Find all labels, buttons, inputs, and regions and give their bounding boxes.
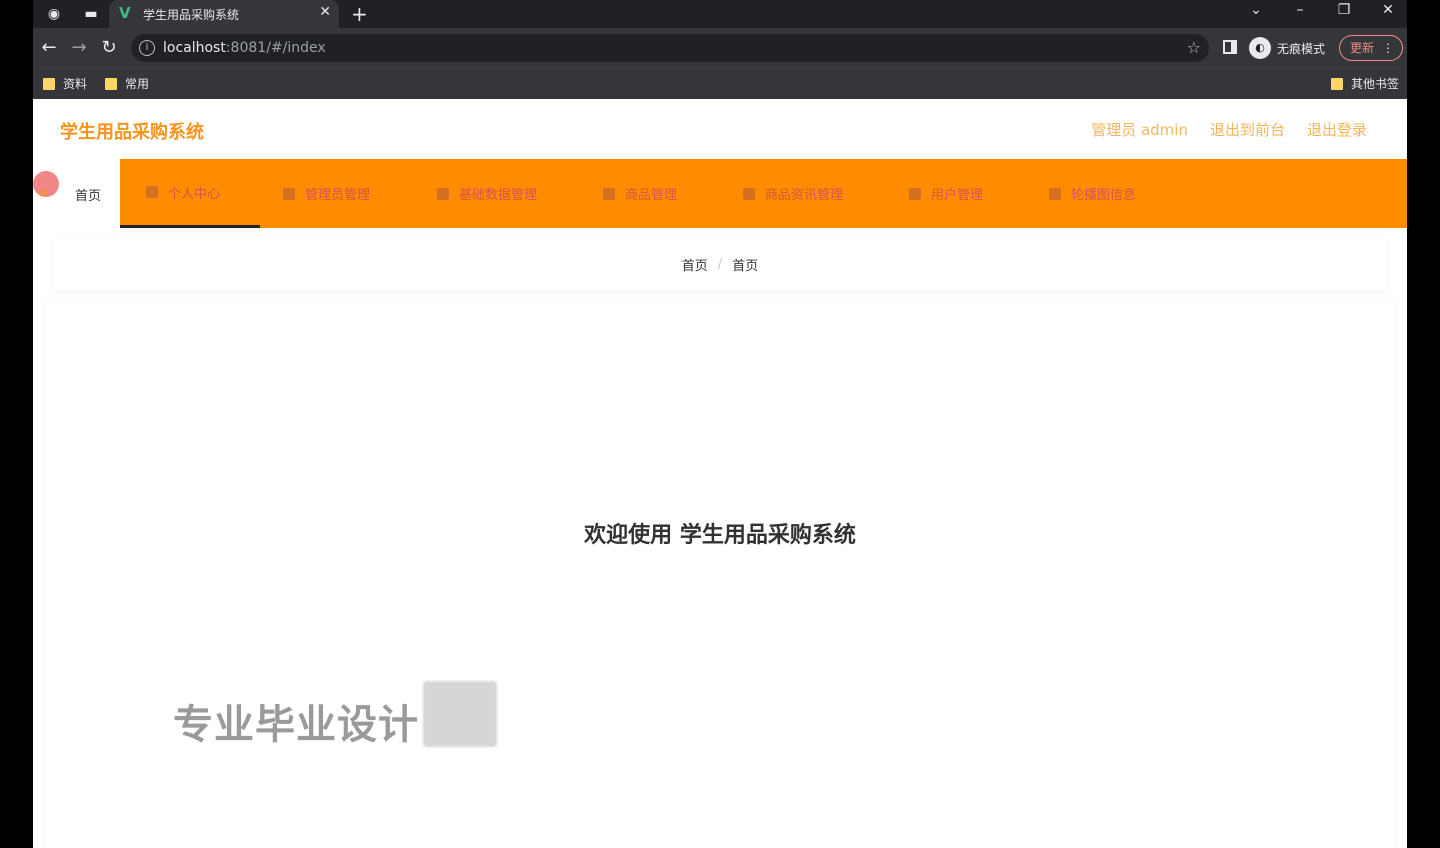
bookmark-folder[interactable]: 常用 xyxy=(105,75,149,92)
address-bar[interactable]: i localhost:8081/#/index ☆ xyxy=(131,34,1209,62)
minimize-icon[interactable]: – xyxy=(1286,2,1314,18)
menu-label: 管理员管理 xyxy=(305,188,371,203)
tab-search-icon[interactable]: ◉ xyxy=(44,4,64,24)
menu-item-users[interactable]: 用户管理 xyxy=(909,159,983,228)
app-title: 学生用品采购系统 xyxy=(60,122,204,143)
menu-label: 基础数据管理 xyxy=(459,188,538,203)
menu-item-basic-data[interactable]: 基础数据管理 xyxy=(437,159,537,228)
bookmark-folder[interactable]: 资料 xyxy=(43,75,87,92)
menu-dots-icon[interactable]: ⋮ xyxy=(1382,36,1394,60)
menu-label: 轮播图信息 xyxy=(1071,188,1137,203)
tab-list-icon[interactable]: ⌄ xyxy=(1242,2,1270,18)
back-to-frontend-link[interactable]: 退出到前台 xyxy=(1210,119,1285,140)
breadcrumb: 首页 / 首页 xyxy=(53,238,1387,290)
new-tab-icon[interactable]: + xyxy=(351,2,368,26)
users-icon xyxy=(909,187,921,200)
menu-item-profile[interactable]: 个人中心 xyxy=(120,159,260,228)
update-button[interactable]: 更新 ⋮ xyxy=(1339,35,1403,61)
other-bookmarks[interactable]: 其他书签 xyxy=(1331,75,1399,92)
menu-label: 商品资讯管理 xyxy=(765,188,844,203)
bookmarks-bar: 资料 常用 其他书签 xyxy=(33,68,1407,99)
news-icon xyxy=(743,187,755,200)
app-header: 学生用品采购系统 管理员 admin 退出到前台 退出登录 xyxy=(33,99,1407,159)
browser-chrome: ◉ ▬ V 学生用品采购系统 ✕ + ⌄ – ❐ ✕ ← → ↻ i local… xyxy=(33,0,1407,99)
forward-icon[interactable]: → xyxy=(67,36,91,60)
user-icon xyxy=(146,186,158,198)
content-card xyxy=(45,298,1395,848)
logout-link[interactable]: 退出登录 xyxy=(1307,119,1367,140)
other-bookmarks-label: 其他书签 xyxy=(1351,77,1400,91)
menu-label: 首页 xyxy=(75,189,102,204)
screen: ◉ ▬ V 学生用品采购系统 ✕ + ⌄ – ❐ ✕ ← → ↻ i local… xyxy=(0,0,1440,848)
side-panel-icon[interactable] xyxy=(1223,40,1237,54)
welcome-message: 欢迎使用 学生用品采购系统 xyxy=(584,523,856,548)
carousel-icon xyxy=(1049,187,1061,200)
breadcrumb-item: 首页 xyxy=(732,258,759,274)
data-icon xyxy=(437,187,449,200)
url-text: localhost:8081/#/index xyxy=(163,40,326,56)
bookmark-star-icon[interactable]: ☆ xyxy=(1187,38,1201,57)
main-menu: ⌂ 首页 个人中心 管理员管理 基础数据管理 商品管理 商品资讯管理 用户管理 … xyxy=(33,159,1407,228)
menu-item-home[interactable]: ⌂ 首页 xyxy=(33,159,120,228)
browser-toolbar: ← → ↻ i localhost:8081/#/index ☆ ◐ 无痕模式 … xyxy=(33,28,1407,68)
folder-icon xyxy=(1331,77,1343,90)
header-links: 管理员 admin 退出到前台 退出登录 xyxy=(1091,119,1367,140)
close-window-icon[interactable]: ✕ xyxy=(1374,2,1402,18)
blurred-watermark-area xyxy=(423,681,497,747)
tab-close-icon[interactable]: ✕ xyxy=(319,4,331,20)
incognito-label: 无痕模式 xyxy=(1277,41,1326,56)
menu-item-goods[interactable]: 商品管理 xyxy=(603,159,677,228)
web-page: 学生用品采购系统 管理员 admin 退出到前台 退出登录 ⌂ 首页 个人中心 … xyxy=(33,99,1407,848)
menu-item-carousel[interactable]: 轮播图信息 xyxy=(1049,159,1136,228)
admin-user-link[interactable]: 管理员 admin xyxy=(1091,119,1188,140)
tab-title: 学生用品采购系统 xyxy=(143,8,240,22)
breadcrumb-separator: / xyxy=(717,256,723,272)
home-icon: ⌂ xyxy=(39,185,48,200)
menu-item-goods-news[interactable]: 商品资讯管理 xyxy=(743,159,843,228)
folder-icon xyxy=(105,77,117,90)
browser-tab[interactable]: V 学生用品采购系统 ✕ xyxy=(109,0,339,28)
tab-strip: ◉ ▬ V 学生用品采购系统 ✕ + ⌄ – ❐ ✕ xyxy=(33,0,1407,28)
watermark-text: 专业毕业设计 xyxy=(173,702,419,748)
info-icon[interactable]: i xyxy=(139,40,155,56)
breadcrumb-item[interactable]: 首页 xyxy=(682,255,708,274)
reload-icon[interactable]: ↻ xyxy=(97,36,121,60)
restore-icon[interactable]: ❐ xyxy=(1330,2,1358,18)
back-icon[interactable]: ← xyxy=(37,36,61,60)
folder-icon xyxy=(43,77,55,90)
admin-icon xyxy=(283,187,295,200)
menu-label: 商品管理 xyxy=(625,188,678,203)
bookmark-label: 资料 xyxy=(63,77,88,91)
vue-icon: V xyxy=(119,4,131,22)
menu-item-admin-management[interactable]: 管理员管理 xyxy=(283,159,370,228)
goods-icon xyxy=(603,187,615,200)
bookmark-label: 常用 xyxy=(125,77,150,91)
incognito-indicator[interactable]: ◐ 无痕模式 xyxy=(1249,35,1325,61)
tab-groups-icon[interactable]: ▬ xyxy=(81,4,101,24)
menu-label: 个人中心 xyxy=(168,186,221,202)
update-label: 更新 xyxy=(1350,41,1375,55)
incognito-icon: ◐ xyxy=(1249,37,1271,59)
menu-label: 用户管理 xyxy=(931,188,984,203)
